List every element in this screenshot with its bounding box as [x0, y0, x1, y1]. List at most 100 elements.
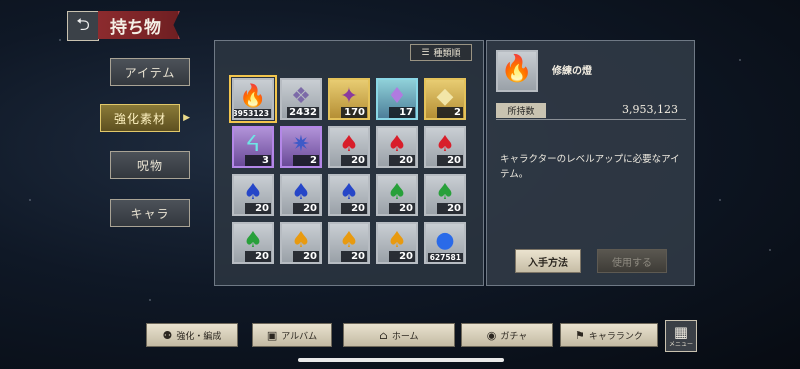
item-quantity: 20 [437, 203, 463, 214]
nav-label: キャラランク [588, 331, 643, 342]
material-gem-icon: ◆ [436, 83, 454, 109]
nav-label: 強化・編成 [176, 331, 222, 342]
item-quantity: 20 [389, 203, 415, 214]
item-quantity: 20 [389, 155, 415, 166]
item-slot[interactable]: ♠ 20 [328, 126, 370, 168]
item-quantity: 20 [389, 251, 415, 262]
gacha-icon: ◉ [486, 328, 497, 342]
item-grid: 🔥 3953123 ❖ 2432 ✦ 170 ♦ 17 ◆ 2 ᔦ 3 ✷ 2 ♠ 20 ♠ 20 ♠ 20 ♠ 20 ♠ 2… [229, 75, 472, 278]
menu-label: メニュー [668, 340, 693, 348]
menu-button[interactable]: ▦ メニュー [665, 320, 697, 352]
detail-item-frame: 🔥 [496, 50, 538, 92]
grid-menu-icon: ▦ [673, 322, 689, 341]
material-gem-icon: ♠ [435, 179, 455, 205]
rank-icon: ⚑ [575, 328, 585, 342]
item-quantity: 20 [245, 203, 271, 214]
item-quantity: 20 [341, 203, 367, 214]
owned-label: 所持数 [496, 103, 546, 118]
item-slot[interactable]: ♠ 20 [328, 174, 370, 216]
item-quantity: 20 [245, 251, 271, 262]
tab-characters[interactable]: キャラ [110, 199, 190, 227]
item-slot[interactable]: ♠ 20 [424, 174, 466, 216]
nav-label: ガチャ [500, 331, 528, 342]
material-gem-icon: ♠ [291, 227, 311, 253]
active-arrow-icon: ▶ [183, 113, 191, 123]
home-icon: ⌂ [379, 328, 388, 342]
item-slot[interactable]: ♠ 20 [280, 222, 322, 264]
item-quantity: 20 [341, 155, 367, 166]
item-slot[interactable]: ♠ 20 [376, 174, 418, 216]
back-button[interactable]: ⮌ [67, 11, 99, 41]
obtain-method-button[interactable]: 入手方法 [515, 249, 581, 273]
item-description: キャラクターのレベルアップに必要なアイテム。 [500, 154, 680, 180]
item-slot[interactable]: ♠ 20 [424, 126, 466, 168]
use-button[interactable]: 使用する [597, 249, 667, 273]
owned-count-row: 所持数 3,953,123 [496, 103, 686, 120]
sort-icon: ☰ [421, 47, 430, 58]
nav-label: ホーム [391, 331, 419, 342]
item-quantity: 3 [245, 155, 271, 166]
material-gem-icon: ♠ [387, 179, 407, 205]
item-slot[interactable]: ♠ 20 [232, 222, 274, 264]
item-slot[interactable]: 🔥 3953123 [229, 75, 277, 123]
owned-value: 3,953,123 [622, 103, 678, 116]
material-gem-icon: ♠ [243, 227, 263, 253]
item-quantity: 20 [341, 251, 367, 262]
team-icon: ⚉ [162, 328, 173, 342]
sort-label: 種類順 [433, 49, 461, 59]
flame-orb-icon: 🔥 [500, 53, 534, 84]
item-slot[interactable]: ✷ 2 [280, 126, 322, 168]
material-gem-icon: ♠ [387, 227, 407, 253]
material-gem-icon: ♠ [339, 227, 359, 253]
item-slot[interactable]: ♠ 20 [328, 222, 370, 264]
material-gem-icon: ♠ [339, 179, 359, 205]
back-arrow-icon: ⮌ [76, 14, 90, 35]
sort-button[interactable]: ☰ 種類順 [410, 44, 472, 61]
album-icon: ▣ [266, 328, 278, 342]
item-quantity: 20 [293, 251, 319, 262]
material-gem-icon: ♠ [339, 131, 359, 157]
tab-label: 強化素材 [113, 111, 166, 126]
material-gem-icon: ♠ [243, 179, 263, 205]
material-gem-icon: ♠ [387, 131, 407, 157]
item-quantity: 2432 [287, 107, 319, 118]
item-quantity: 2 [293, 155, 319, 166]
item-quantity: 17 [389, 107, 415, 118]
item-slot[interactable]: ♠ 20 [376, 126, 418, 168]
item-quantity: 170 [341, 107, 367, 118]
nav-album[interactable]: ▣ アルバム [252, 323, 332, 347]
page-title: 持ち物 [98, 11, 180, 39]
item-slot[interactable]: ◆ 2 [424, 78, 466, 120]
item-quantity: 627581 [427, 253, 463, 262]
nav-home[interactable]: ⌂ ホーム [343, 323, 455, 347]
nav-character-rank[interactable]: ⚑ キャラランク [560, 323, 658, 347]
tab-label: 呪物 [136, 158, 163, 173]
nav-enhance-team[interactable]: ⚉ 強化・編成 [146, 323, 238, 347]
item-slot[interactable]: ᔦ3 [232, 126, 274, 168]
item-slot[interactable]: ♦ 17 [376, 78, 418, 120]
item-quantity: 20 [437, 155, 463, 166]
home-indicator[interactable] [298, 358, 504, 362]
item-slot[interactable]: ❖ 2432 [280, 78, 322, 120]
item-quantity: 3953123 [232, 109, 271, 118]
tab-cursed-objects[interactable]: 呪物 [110, 151, 190, 179]
tab-items[interactable]: アイテム [110, 58, 190, 86]
item-slot[interactable]: ♠ 20 [376, 222, 418, 264]
material-gem-icon: ♦ [387, 83, 407, 109]
material-gem-icon: ✷ [291, 131, 311, 157]
tab-label: アイテム [124, 65, 176, 80]
detail-item-name: 修練の燈 [552, 66, 592, 77]
material-gem-icon: ● [435, 227, 455, 253]
tab-enhance-materials[interactable]: 強化素材 ▶ [100, 104, 190, 132]
material-gem-icon: ❖ [291, 83, 311, 109]
item-slot[interactable]: ✦ 170 [328, 78, 370, 120]
item-quantity: 2 [437, 107, 463, 118]
item-quantity: 20 [293, 203, 319, 214]
material-gem-icon: 🔥 [239, 83, 267, 109]
item-slot[interactable]: ♠ 20 [232, 174, 274, 216]
material-gem-icon: ♠ [291, 179, 311, 205]
material-gem-icon: ᔦ [246, 131, 260, 157]
nav-gacha[interactable]: ◉ ガチャ [461, 323, 553, 347]
item-slot[interactable]: ● 627581 [424, 222, 466, 264]
item-slot[interactable]: ♠ 20 [280, 174, 322, 216]
